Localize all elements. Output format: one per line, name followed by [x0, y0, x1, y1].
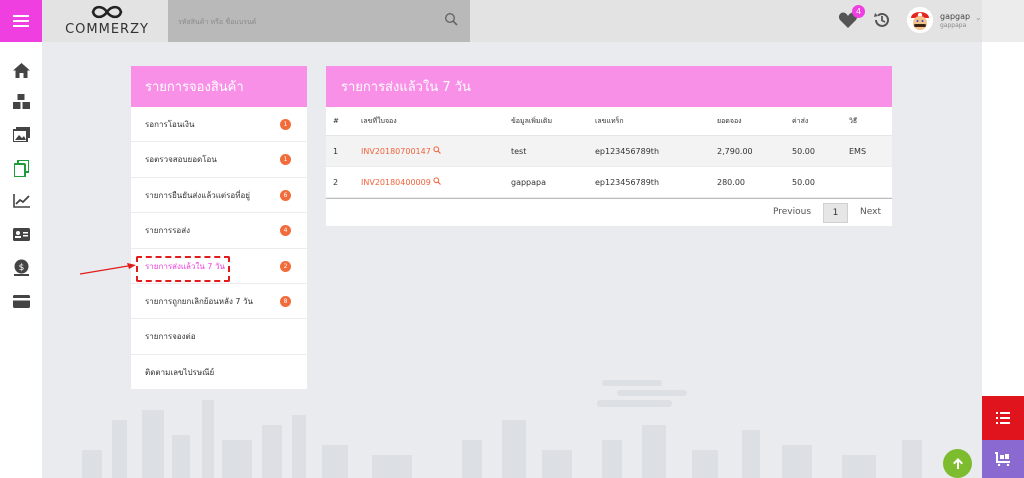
next-page-button[interactable]: Next [860, 207, 881, 217]
search-icon[interactable] [433, 177, 442, 185]
column-header: เลขแทร็ก [595, 107, 717, 136]
topbar-right-area [982, 0, 1024, 42]
boxes-icon[interactable] [13, 93, 30, 110]
coin-icon[interactable]: $ [13, 259, 30, 276]
amount-cell: 280.00 [717, 166, 792, 198]
search-input[interactable] [176, 13, 420, 31]
previous-page-button[interactable]: Previous [773, 207, 811, 217]
invoice-cell: INV20180700147 [361, 135, 511, 167]
chart-icon[interactable] [13, 192, 30, 209]
tracking-cell: ep123456789th [595, 166, 717, 198]
cart-button[interactable] [982, 440, 1024, 478]
svg-text:$: $ [19, 263, 25, 273]
home-icon[interactable] [13, 62, 30, 79]
row-number: 2 [326, 166, 361, 198]
table-row: 2 INV20180400009 gappapa ep123456789th 2… [326, 166, 892, 198]
menu-item-label: รายการยืนยันส่งแล้วแต่รอที่อยู่ [145, 190, 250, 200]
shipping-cell: 50.00 [792, 166, 849, 198]
table-header-row: # เลขที่ใบจอง ข้อมูลเพิ่มเติม เลขแทร็ก ย… [326, 107, 892, 136]
annotation-highlight-box [136, 256, 230, 282]
column-header: เลขที่ใบจอง [361, 107, 511, 136]
count-badge: 2 [280, 260, 291, 272]
chevron-down-icon[interactable]: ⌄ [975, 13, 982, 22]
photos-icon[interactable] [13, 126, 30, 143]
orders-panel: รายการจองสินค้า รอการโอนเงิน 1 รอตรวจสอบ… [131, 66, 307, 391]
count-badge: 4 [280, 225, 291, 237]
sidebar: $ [0, 42, 42, 478]
menu-item-label: รายการจองต่อ [145, 332, 196, 342]
wishlist-button[interactable]: 4 [838, 5, 865, 32]
menu-item-awaiting-payment[interactable]: รอการโอนเงิน 1 [131, 107, 307, 143]
skyline-decoration [82, 380, 922, 478]
menu-item-checking-transfer[interactable]: รอตรวจสอบยอดโอน 1 [131, 142, 307, 178]
table-row: 1 INV20180700147 test ep123456789th 2,79… [326, 135, 892, 167]
invoice-link[interactable]: INV20180400009 [361, 178, 431, 187]
list-icon [996, 412, 1010, 424]
annotation-arrow [80, 263, 136, 275]
count-badge: 1 [280, 154, 291, 166]
avatar[interactable] [907, 7, 933, 33]
user-subtitle: gappapa [940, 22, 967, 29]
column-header: ค่าส่ง [792, 107, 849, 136]
id-card-icon[interactable] [13, 226, 30, 243]
mario-avatar-icon [907, 7, 933, 33]
menu-button[interactable] [0, 0, 42, 42]
list-button[interactable] [982, 396, 1024, 440]
menu-item-label: รอตรวจสอบยอดโอน [145, 155, 217, 165]
count-badge: 1 [280, 119, 291, 130]
history-icon [874, 12, 889, 27]
menu-icon [13, 12, 29, 30]
menu-item-label: รอการโอนเงิน [145, 120, 195, 129]
user-name[interactable]: gapgap [940, 12, 970, 21]
tracking-cell: ep123456789th [595, 135, 717, 167]
shipped-orders-table: # เลขที่ใบจอง ข้อมูลเพิ่มเติม เลขแทร็ก ย… [326, 107, 892, 198]
menu-item-awaiting-address[interactable]: รายการยืนยันส่งแล้วแต่รอที่อยู่ 6 [131, 178, 307, 214]
menu-item-label: ติดตามเลขไปรษณีย์ [145, 367, 215, 377]
count-badge: 6 [280, 189, 291, 201]
invoice-link[interactable]: INV20180700147 [361, 147, 431, 156]
menu-item-label: รายการรอส่ง [145, 226, 190, 236]
wishlist-count-badge: 4 [852, 5, 865, 18]
column-header: # [326, 107, 361, 136]
column-header: ยอดจอง [717, 107, 792, 136]
infinity-logo-icon [91, 5, 123, 19]
column-header: วิธี [849, 107, 892, 136]
logo[interactable]: COMMERZY [52, 3, 162, 39]
method-cell [849, 166, 892, 198]
pagination: Previous 1 Next [326, 198, 892, 227]
top-bar: COMMERZY 4 gapgap gappapa ⌄ [0, 0, 1024, 42]
menu-item-label: รายการถูกยกเลิกย้อนหลัง 7 วัน [145, 296, 253, 306]
info-cell: gappapa [511, 166, 595, 198]
column-header: ข้อมูลเพิ่มเติม [511, 107, 595, 136]
menu-item-continue-booking[interactable]: รายการจองต่อ [131, 319, 307, 355]
info-cell: test [511, 135, 595, 167]
shipped-panel-title: รายการส่งแล้วใน 7 วัน [326, 66, 892, 107]
row-number: 1 [326, 135, 361, 167]
search-icon[interactable] [433, 146, 442, 154]
menu-item-awaiting-shipment[interactable]: รายการรอส่ง 4 [131, 213, 307, 249]
orders-panel-title: รายการจองสินค้า [131, 66, 307, 107]
cart-icon [995, 452, 1010, 466]
invoice-cell: INV20180400009 [361, 166, 511, 198]
page-number-button[interactable]: 1 [823, 203, 848, 223]
menu-item-cancelled-7-days[interactable]: รายการถูกยกเลิกย้อนหลัง 7 วัน 8 [131, 284, 307, 320]
history-button[interactable] [872, 10, 892, 33]
count-badge: 8 [280, 295, 291, 307]
logo-text: COMMERZY [65, 22, 149, 37]
search-icon[interactable] [444, 12, 458, 26]
amount-cell: 2,790.00 [717, 135, 792, 167]
shipped-orders-panel: รายการส่งแล้วใน 7 วัน # เลขที่ใบจอง ข้อม… [326, 66, 892, 226]
copy-icon[interactable] [13, 160, 30, 177]
method-cell: EMS [849, 135, 892, 167]
credit-card-icon[interactable] [13, 293, 30, 310]
shipping-cell: 50.00 [792, 135, 849, 167]
menu-item-track-parcel[interactable]: ติดตามเลขไปรษณีย์ [131, 355, 307, 391]
search-bar [168, 0, 470, 42]
